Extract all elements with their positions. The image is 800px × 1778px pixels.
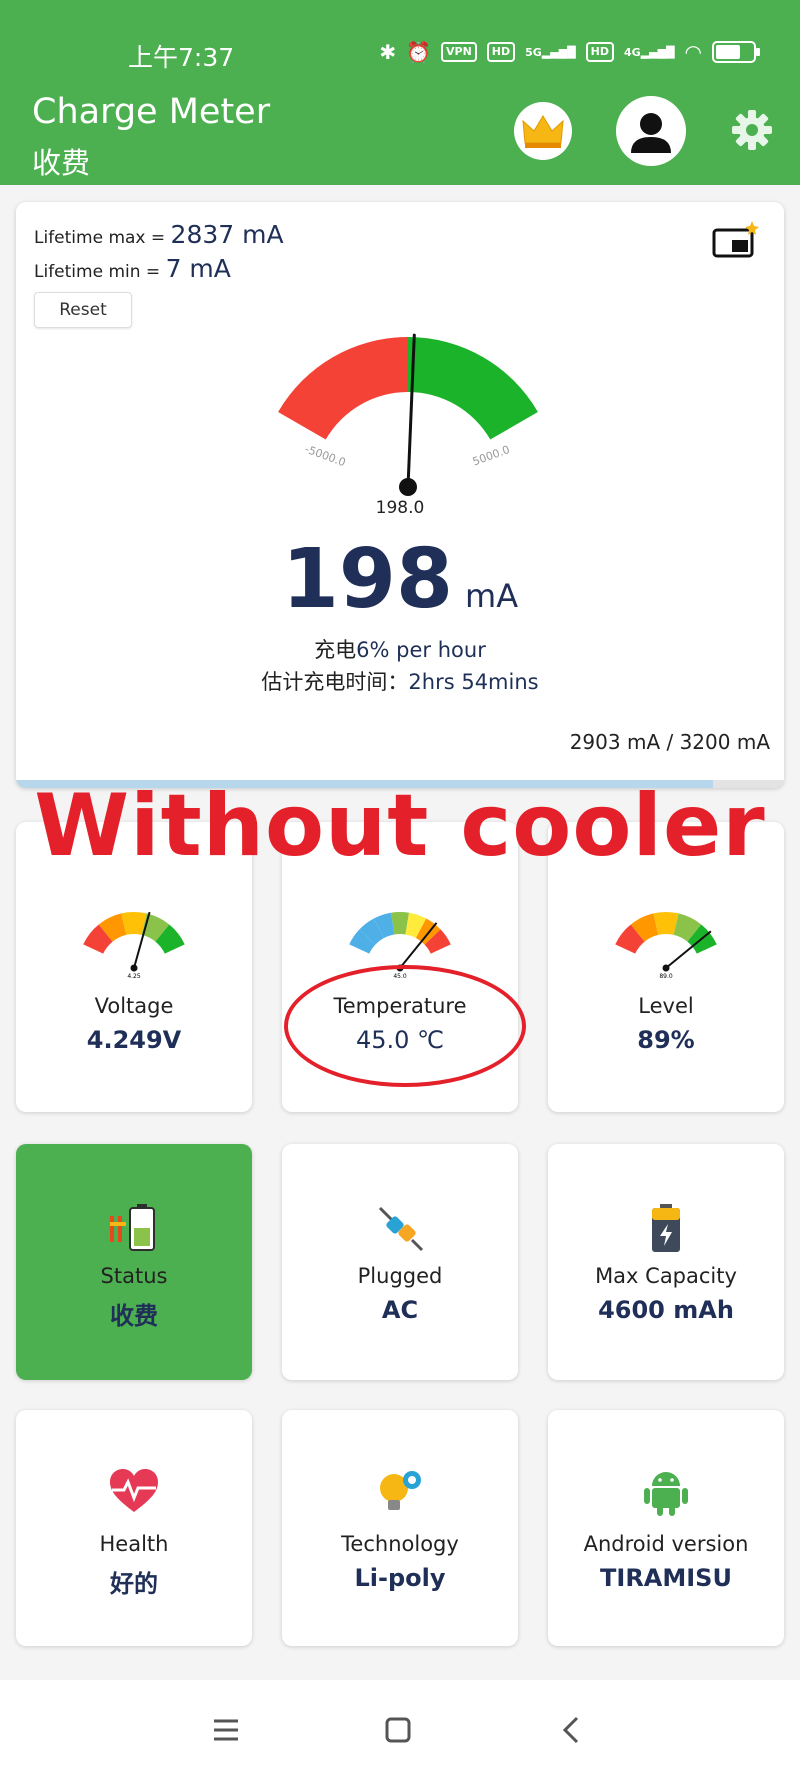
lifetime-max-value: 2837 mA: [170, 220, 284, 249]
android-version-label: Android version: [583, 1532, 749, 1556]
voltage-gauge-value-label: 4.25: [127, 973, 141, 980]
gauge-pivot: [399, 478, 417, 496]
android-version-value: TIRAMISU: [600, 1564, 732, 1592]
vpn-icon: VPN: [441, 42, 477, 62]
status-tile[interactable]: Status 收费: [16, 1144, 252, 1380]
lifetime-min-value: 7 mA: [165, 254, 231, 283]
status-bar: 上午7:37 ✱ ⏰ VPN HD 5G▂▄▆█ HD 4G▂▄▆█ ◠: [0, 38, 800, 74]
battery-icon: [712, 41, 760, 63]
voltage-value: 4.249V: [86, 1026, 182, 1054]
bluetooth-icon: ✱: [379, 40, 397, 64]
voltage-label: Voltage: [94, 994, 174, 1018]
home-icon[interactable]: [378, 1710, 418, 1750]
gauge-positive-arc: [408, 337, 538, 440]
max-capacity-value: 4600 mAh: [598, 1296, 734, 1324]
status-value: 收费: [110, 1302, 158, 1330]
reset-button[interactable]: Reset: [34, 292, 132, 328]
system-nav-bar: [0, 1680, 800, 1778]
premium-button[interactable]: [514, 102, 572, 160]
app-subtitle: 收费: [32, 146, 91, 180]
health-label: Health: [99, 1532, 169, 1556]
charge-rate-prefix: 充电: [314, 638, 357, 662]
charge-eta: 估计充电时间：2hrs 54mins: [16, 666, 784, 696]
wifi-icon: ◠: [684, 40, 702, 64]
status-time: 上午7:37: [128, 43, 235, 72]
gauge-min-label: -5000.0: [303, 442, 347, 469]
status-label: Status: [100, 1264, 168, 1288]
heart-pulse-icon: [110, 1469, 158, 1512]
annotation-circle: [284, 965, 526, 1087]
current-gauge: -5000.0 5000.0: [278, 333, 538, 496]
hd-icon: HD: [585, 42, 615, 62]
account-button[interactable]: [616, 96, 686, 166]
plugged-tile[interactable]: Plugged AC: [282, 1144, 518, 1380]
technology-value: Li-poly: [354, 1564, 446, 1592]
technology-tile[interactable]: Technology Li-poly: [282, 1410, 518, 1646]
lifetime-max-label: Lifetime max =: [34, 228, 171, 248]
android-version-tile[interactable]: Android version TIRAMISU: [548, 1410, 784, 1646]
status-icons: ✱ ⏰ VPN HD 5G▂▄▆█ HD 4G▂▄▆█ ◠: [379, 40, 760, 64]
picture-in-picture-button[interactable]: [712, 220, 760, 260]
signal-icon: 4G▂▄▆█: [624, 45, 675, 59]
charge-rate-value: 6% per hour: [356, 638, 486, 662]
technology-label: Technology: [341, 1532, 459, 1556]
lightbulb-gear-icon: [380, 1471, 421, 1510]
max-capacity-tile[interactable]: Max Capacity 4600 mAh: [548, 1144, 784, 1380]
current-value: 198: [281, 532, 454, 627]
current-unit: mA: [465, 577, 519, 615]
lifetime-max: Lifetime max = 2837 mA: [34, 220, 284, 249]
plugged-value: AC: [381, 1296, 419, 1324]
level-value: 89%: [637, 1026, 695, 1054]
hd-icon: HD: [486, 42, 516, 62]
person-icon: [631, 113, 671, 153]
voltage-mini-gauge: 4.25: [83, 911, 185, 980]
lifetime-min-label: Lifetime min =: [34, 262, 166, 282]
app-title: Charge Meter: [32, 92, 271, 132]
level-gauge-pivot: [662, 964, 670, 972]
health-value: 好的: [110, 1570, 158, 1598]
current-reading: 198 mA: [16, 532, 784, 627]
app-bar: 上午7:37 ✱ ⏰ VPN HD 5G▂▄▆█ HD 4G▂▄▆█ ◠ Cha…: [0, 0, 800, 185]
gear-icon: [732, 110, 772, 150]
battery-icon: [652, 1204, 680, 1252]
health-tile[interactable]: Health 好的: [16, 1410, 252, 1646]
charge-eta-value: 2hrs 54mins: [408, 670, 539, 694]
charge-eta-prefix: 估计充电时间：: [261, 670, 409, 694]
gauge-needle-value: 198.0: [375, 498, 425, 518]
charge-rate: 充电6% per hour: [16, 634, 784, 664]
picture-in-picture-icon: [712, 221, 759, 258]
signal-icon: 5G▂▄▆█: [525, 45, 576, 59]
capacity-text: 2903 mA / 3200 mA: [569, 730, 770, 754]
level-gauge-value-label: 89.0: [659, 973, 673, 980]
android-icon: [644, 1472, 688, 1516]
level-label: Level: [638, 994, 694, 1018]
gauge-negative-arc: [278, 337, 408, 440]
settings-button[interactable]: [730, 108, 774, 152]
plug-icon: [378, 1206, 424, 1252]
max-capacity-label: Max Capacity: [595, 1264, 737, 1288]
annotation-text: Without cooler: [34, 776, 766, 876]
plugged-label: Plugged: [357, 1264, 443, 1288]
alarm-icon: ⏰: [406, 40, 432, 64]
gauge-max-label: 5000.0: [471, 443, 512, 468]
lifetime-min: Lifetime min = 7 mA: [34, 254, 231, 283]
current-meter-card: Lifetime max = 2837 mA Lifetime min = 7 …: [16, 202, 784, 788]
back-icon[interactable]: [552, 1710, 592, 1750]
menu-icon[interactable]: [206, 1710, 246, 1750]
crown-icon: [522, 115, 564, 148]
voltage-gauge-pivot: [130, 964, 138, 972]
battery-charging-icon: [110, 1204, 155, 1251]
level-mini-gauge: 89.0: [615, 912, 717, 980]
